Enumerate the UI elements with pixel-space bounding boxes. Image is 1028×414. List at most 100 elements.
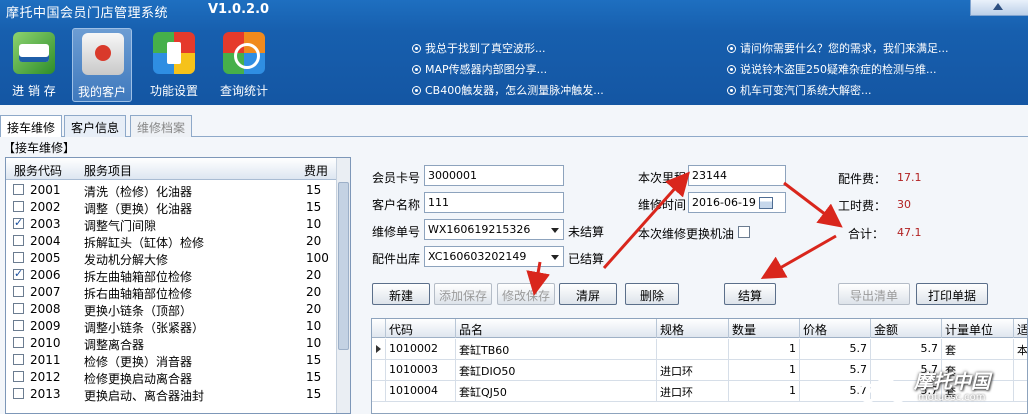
service-code: 2002 (30, 200, 61, 214)
cell-qty[interactable]: 1 (729, 360, 800, 381)
service-checkbox[interactable] (13, 216, 24, 229)
cell-unit[interactable]: 套 (942, 339, 1014, 360)
scrollbar-thumb[interactable] (338, 182, 349, 350)
col-header-extra[interactable]: 适 (1014, 319, 1027, 338)
cell-code[interactable]: 1010003 (386, 360, 456, 381)
collapse-button[interactable] (970, 0, 1028, 16)
col-header-spec[interactable]: 规格 (657, 319, 729, 338)
toolbar-clients-button[interactable]: 我的客户 (72, 28, 132, 102)
table-row[interactable]: 1010002 套缸TB60 1 5.7 5.7 套本 (372, 339, 1027, 360)
news-text: 机车可变汽门系统大解密... (740, 84, 872, 97)
col-header-code[interactable]: 服务代码 (14, 162, 62, 179)
service-checkbox[interactable] (13, 252, 24, 263)
row-indicator[interactable] (372, 381, 386, 402)
toolbar-stock-button[interactable]: 进 销 存 (4, 28, 64, 102)
col-header-unit[interactable]: 计量单位 (942, 319, 1014, 338)
cell-spec[interactable] (657, 339, 729, 360)
service-row[interactable]: 2007 拆右曲轴箱部位检修 20 (6, 283, 337, 301)
service-row[interactable]: 2011 检修（更换）消音器 15 (6, 351, 337, 369)
news-link[interactable]: CB400触发器，怎么测量脉冲触发... (412, 82, 604, 98)
col-header-name[interactable]: 品名 (456, 319, 657, 338)
service-code: 2006 (30, 268, 61, 282)
service-row[interactable]: 2006拆左曲轴箱部位检修20 (6, 266, 337, 284)
service-checkbox[interactable] (13, 354, 24, 365)
cell-name[interactable]: 套缸TB60 (456, 339, 657, 360)
card-number-input[interactable]: 3000001 (424, 165, 564, 186)
calendar-icon[interactable] (759, 197, 773, 209)
service-row[interactable]: 2003调整气门间隙10 (6, 215, 337, 233)
service-checkbox[interactable] (13, 267, 24, 280)
col-header-fee[interactable]: 费用 (304, 162, 328, 179)
cell-spec[interactable]: 进口环 (657, 381, 729, 402)
service-row[interactable]: 2009 调整小链条（张紧器） 10 (6, 317, 337, 335)
service-checkbox[interactable] (13, 388, 24, 399)
toolbar-settings-button[interactable]: 功能设置 (144, 28, 204, 102)
service-row[interactable]: 2005 发动机分解大修 100 (6, 249, 337, 267)
cell-name[interactable]: 套缸DIO50 (456, 360, 657, 381)
news-link[interactable]: MAP传感器内部图分享... (412, 61, 547, 77)
service-row[interactable]: 2010 调整离合器 10 (6, 334, 337, 352)
order-number-select[interactable]: WX160619215326 (424, 219, 564, 240)
cell-price[interactable]: 5.7 (800, 339, 871, 360)
cell-spec[interactable]: 进口环 (657, 360, 729, 381)
service-row[interactable]: 2002 调整（更换）化油器 15 (6, 198, 337, 216)
news-link[interactable]: 机车可变汽门系统大解密... (727, 82, 872, 98)
row-indicator[interactable] (372, 360, 386, 381)
service-row[interactable]: 2004 拆解缸头（缸体）检修 20 (6, 232, 337, 250)
row-indicator[interactable] (372, 339, 386, 360)
service-checkbox[interactable] (13, 235, 24, 246)
time-label: 维修时间 (638, 198, 687, 212)
clear-button[interactable]: 清屏 (559, 283, 617, 305)
parts-outbound-select[interactable]: XC160603202149 (424, 246, 564, 267)
cell-code[interactable]: 1010002 (386, 339, 456, 360)
mileage-input[interactable]: 23144 (688, 165, 786, 186)
tab-repair[interactable]: 接车维修 (0, 115, 63, 138)
total-value: 47.1 (897, 226, 922, 239)
service-checkbox[interactable] (13, 286, 24, 297)
service-checkbox[interactable] (13, 201, 24, 212)
toolbar-query-button[interactable]: 查询统计 (214, 28, 274, 102)
col-header-price[interactable]: 价格 (800, 319, 871, 338)
news-link[interactable]: 请问你需要什么？您的需求，我们来满足... (727, 40, 949, 56)
cell-extra[interactable]: 本 (1014, 339, 1027, 360)
service-row[interactable]: 2001 清洗（检修）化油器 15 (6, 181, 337, 199)
service-row[interactable]: 2012 检修更换启动离合器 15 (6, 368, 337, 386)
service-row[interactable]: 2008 更换小链条（顶部） 20 (6, 300, 337, 318)
cell-name[interactable]: 套缸QJ50 (456, 381, 657, 402)
col-header-code[interactable]: 代码 (386, 319, 456, 338)
cell-amount[interactable]: 5.7 (871, 339, 942, 360)
add-save-button[interactable]: 添加保存 (434, 283, 492, 305)
service-checkbox[interactable] (13, 184, 24, 195)
dropdown-arrow-icon (551, 228, 559, 233)
col-header-qty[interactable]: 数量 (729, 319, 800, 338)
service-checkbox[interactable] (13, 303, 24, 314)
delete-button[interactable]: 删除 (625, 283, 679, 305)
labor-fee-value: 30 (897, 198, 911, 211)
repair-date-picker[interactable]: 2016-06-19 (688, 192, 786, 213)
new-button[interactable]: 新建 (372, 283, 430, 305)
col-header-item[interactable]: 服务项目 (84, 162, 132, 179)
print-receipt-button[interactable]: 打印单据 (916, 283, 988, 305)
news-text: 说说铃木盗匪250疑难杂症的检测与维... (740, 63, 937, 76)
export-list-button[interactable]: 导出清单 (838, 283, 910, 305)
service-checkbox[interactable] (13, 320, 24, 331)
col-header-amount[interactable]: 金额 (871, 319, 942, 338)
service-row[interactable]: 2013 更换启动、离合器油封 15 (6, 385, 337, 403)
refresh-icon (223, 32, 265, 74)
tab-repair-archive[interactable]: 维修档案 (130, 115, 193, 137)
news-link[interactable]: 说说铃木盗匪250疑难杂症的检测与维... (727, 61, 936, 77)
service-checkbox[interactable] (13, 371, 24, 382)
cell-qty[interactable]: 1 (729, 339, 800, 360)
tab-client-info[interactable]: 客户信息 (64, 115, 127, 137)
service-checkbox[interactable] (13, 337, 24, 348)
settle-button[interactable]: 结算 (724, 283, 776, 305)
client-name-input[interactable]: 111 (424, 192, 564, 213)
cell-qty[interactable]: 1 (729, 381, 800, 402)
edit-save-button[interactable]: 修改保存 (497, 283, 555, 305)
vertical-scrollbar[interactable] (336, 158, 350, 413)
name-label: 客户名称 (372, 198, 421, 212)
oil-change-checkbox[interactable] (738, 226, 750, 238)
news-link[interactable]: 我总于找到了真空波形... (412, 40, 546, 56)
cell-code[interactable]: 1010004 (386, 381, 456, 402)
service-fee: 20 (306, 234, 322, 248)
